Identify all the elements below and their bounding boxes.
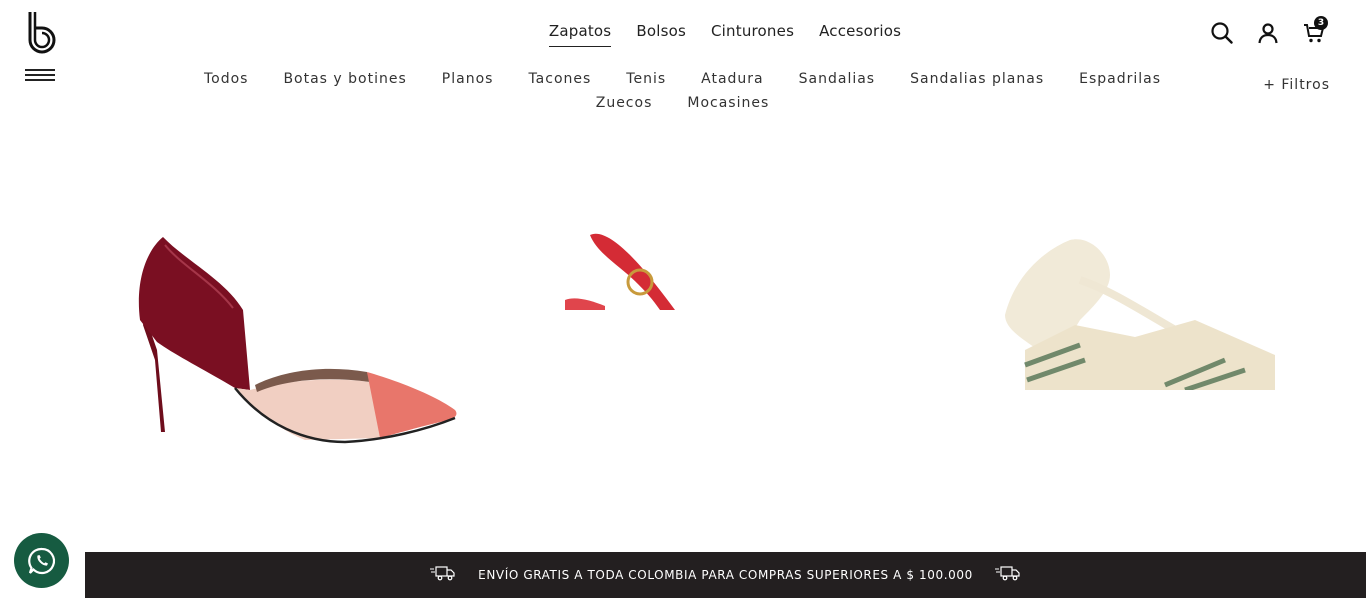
promo-bar: ENVÍO GRATIS A TODA COLOMBIA PARA COMPRA…	[85, 552, 1366, 598]
cart-icon[interactable]: 3	[1302, 16, 1328, 46]
category-mocasines[interactable]: Mocasines	[687, 94, 769, 112]
delivery-truck-icon	[430, 565, 456, 586]
category-tacones[interactable]: Tacones	[528, 70, 591, 88]
filters-button[interactable]: + Filtros	[1263, 77, 1330, 93]
nav-item-bolsos[interactable]: Bolsos	[636, 22, 686, 47]
user-icon[interactable]	[1256, 20, 1280, 46]
promo-text: ENVÍO GRATIS A TODA COLOMBIA PARA COMPRA…	[478, 568, 973, 582]
category-espadrilas[interactable]: Espadrilas	[1079, 70, 1161, 88]
product-grid	[85, 120, 1366, 550]
category-atadura[interactable]: Atadura	[701, 70, 764, 88]
category-planos[interactable]: Planos	[442, 70, 494, 88]
menu-icon[interactable]	[25, 69, 55, 83]
nav-item-cinturones[interactable]: Cinturones	[711, 22, 794, 47]
search-icon[interactable]	[1210, 20, 1234, 46]
category-todos[interactable]: Todos	[204, 70, 248, 88]
whatsapp-icon	[27, 547, 55, 574]
category-sandalias-planas[interactable]: Sandalias planas	[910, 70, 1044, 88]
main-nav: Zapatos Bolsos Cinturones Accesorios	[0, 22, 1366, 47]
category-zuecos[interactable]: Zuecos	[596, 94, 653, 112]
category-botas-y-botines[interactable]: Botas y botines	[283, 70, 406, 88]
nav-item-accesorios[interactable]: Accesorios	[819, 22, 901, 47]
cart-count-badge: 3	[1314, 16, 1328, 30]
category-sandalias[interactable]: Sandalias	[799, 70, 875, 88]
nav-item-zapatos[interactable]: Zapatos	[548, 22, 612, 47]
delivery-truck-icon	[994, 565, 1021, 586]
category-tenis[interactable]: Tenis	[626, 70, 666, 88]
product-image-espadrille[interactable]	[985, 225, 1310, 390]
whatsapp-button[interactable]	[14, 533, 69, 588]
category-nav: Todos Botas y botines Planos Tacones Ten…	[170, 70, 1195, 112]
product-image-sandal[interactable]	[490, 140, 940, 310]
header-actions: 3	[1210, 16, 1328, 46]
product-image-heel[interactable]	[85, 170, 510, 500]
